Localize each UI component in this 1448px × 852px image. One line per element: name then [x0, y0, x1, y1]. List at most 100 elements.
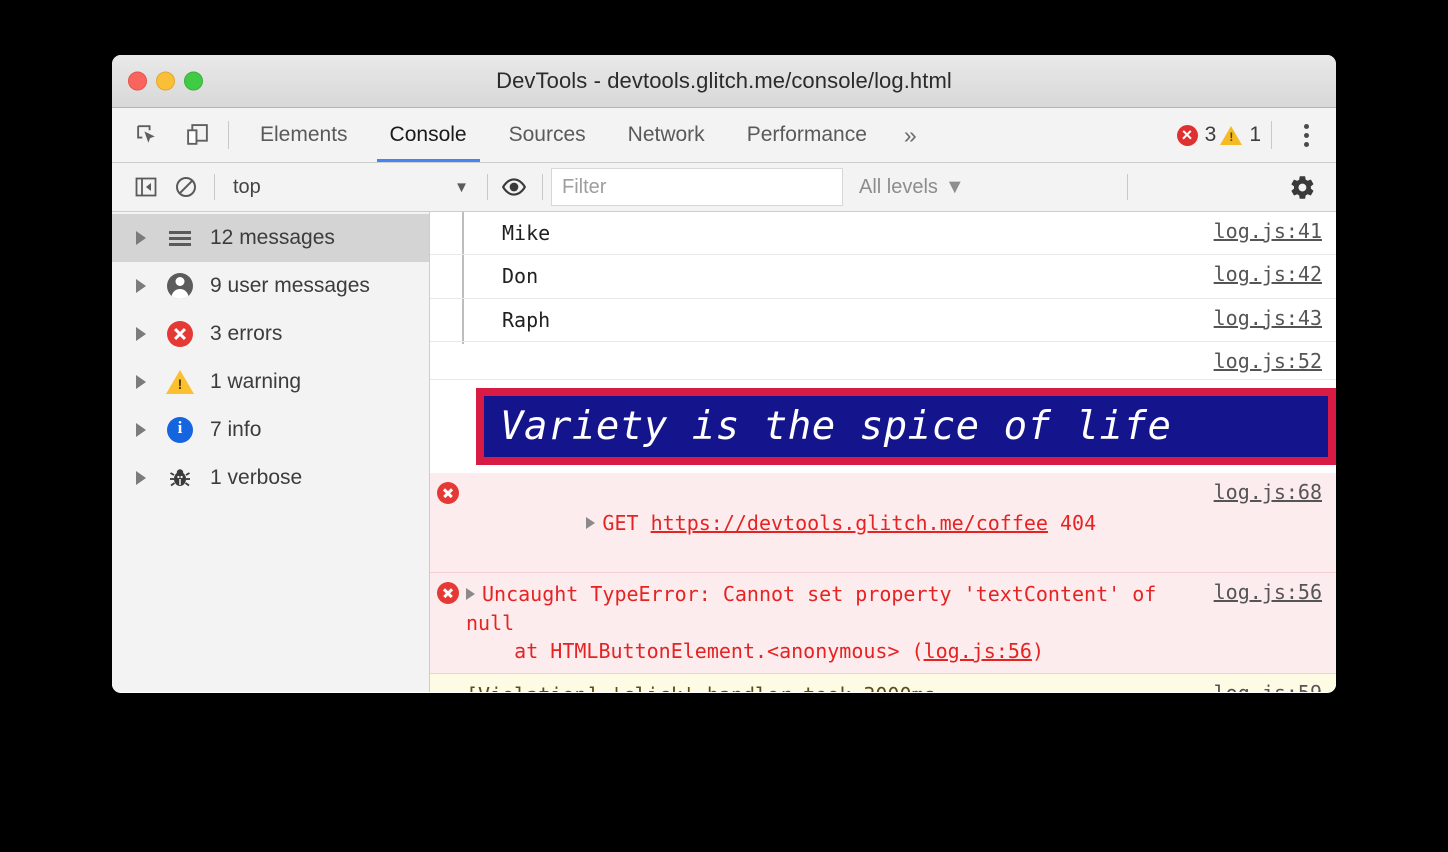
- devtools-tab-bar: Elements Console Sources Network Perform…: [112, 108, 1336, 163]
- eye-icon[interactable]: [494, 167, 534, 207]
- devtools-window: DevTools - devtools.glitch.me/console/lo…: [112, 55, 1336, 693]
- console-message-error-exception[interactable]: Uncaught TypeError: Cannot set property …: [430, 573, 1336, 674]
- execution-context-selector[interactable]: top ▼: [223, 167, 481, 207]
- minimize-window-button[interactable]: [156, 71, 175, 91]
- tab-console[interactable]: Console: [369, 108, 488, 162]
- expand-triangle-icon[interactable]: [136, 231, 146, 245]
- source-link[interactable]: log.js:59: [1204, 674, 1336, 692]
- expand-triangle-icon[interactable]: [466, 588, 475, 601]
- info-icon: [166, 416, 194, 444]
- maximize-window-button[interactable]: [184, 71, 203, 91]
- tab-network[interactable]: Network: [607, 108, 726, 162]
- sidebar-item-messages[interactable]: 12 messages: [112, 214, 429, 262]
- sidebar-item-errors[interactable]: 3 errors: [112, 310, 429, 358]
- sidebar-item-user-messages-label: 9 user messages: [210, 274, 370, 297]
- gear-icon[interactable]: [1282, 167, 1322, 207]
- expand-triangle-icon[interactable]: [136, 471, 146, 485]
- console-message-log[interactable]: Mike log.js:41: [430, 212, 1336, 256]
- console-message-warning[interactable]: [Violation] 'click' handler took 3000ms …: [430, 673, 1336, 692]
- console-message-text: Raph: [502, 307, 551, 332]
- bug-icon: [166, 464, 194, 492]
- warning-count: 1: [1249, 123, 1261, 146]
- message-gutter: [430, 674, 466, 683]
- console-sidebar-toggle-icon[interactable]: [126, 167, 166, 207]
- sidebar-item-verbose[interactable]: 1 verbose: [112, 454, 429, 502]
- console-message-error-network[interactable]: GET https://devtools.glitch.me/coffee 40…: [430, 473, 1336, 574]
- stack-frame-prefix: at HTMLButtonElement.<anonymous> (: [466, 639, 924, 664]
- sidebar-item-verbose-label: 1 verbose: [210, 466, 303, 489]
- tab-network-label: Network: [627, 123, 705, 146]
- filter-divider-4: [1126, 174, 1128, 200]
- close-window-button[interactable]: [128, 71, 147, 91]
- inspect-element-icon[interactable]: [126, 114, 168, 156]
- tab-performance[interactable]: Performance: [726, 108, 888, 162]
- expand-triangle-icon[interactable]: [586, 516, 596, 529]
- console-message-text: Mike: [502, 221, 551, 245]
- clear-console-icon[interactable]: [166, 167, 206, 207]
- sidebar-item-info[interactable]: 7 info: [112, 406, 429, 454]
- message-gutter: [430, 299, 466, 308]
- filter-divider-2: [487, 174, 488, 200]
- sidebar-item-info-label: 7 info: [210, 418, 262, 441]
- console-output[interactable]: Mike log.js:41 Don log.js:42 Raph log.js…: [430, 212, 1336, 692]
- window-traffic-lights: [128, 71, 203, 91]
- console-sidebar: 12 messages 9 user messages 3 errors ! 1…: [112, 212, 430, 692]
- window-title-bar: DevTools - devtools.glitch.me/console/lo…: [112, 55, 1336, 108]
- tab-console-label: Console: [389, 123, 467, 146]
- warning-counter[interactable]: 1: [1220, 123, 1261, 147]
- tab-elements-label: Elements: [260, 123, 348, 146]
- console-message-styled[interactable]: Variety is the spice of life: [430, 380, 1336, 473]
- network-status: 404: [1060, 510, 1097, 535]
- toolbar-divider: [228, 121, 229, 149]
- device-toolbar-icon[interactable]: [176, 114, 218, 156]
- message-gutter: [430, 212, 466, 221]
- filter-input[interactable]: [551, 168, 843, 206]
- error-icon: [437, 582, 459, 605]
- error-icon: [437, 482, 459, 505]
- chevron-down-icon: ▼: [944, 175, 965, 198]
- console-message-log[interactable]: Raph log.js:43: [430, 299, 1336, 343]
- tab-sources[interactable]: Sources: [488, 108, 607, 162]
- more-tabs-icon[interactable]: »: [888, 108, 933, 162]
- tab-performance-label: Performance: [746, 123, 867, 146]
- person-icon: [166, 272, 194, 300]
- source-link[interactable]: log.js:41: [1204, 212, 1336, 243]
- expand-triangle-icon[interactable]: [136, 279, 146, 293]
- console-message-text: [466, 342, 1204, 356]
- error-counter[interactable]: 3: [1176, 123, 1217, 147]
- status-divider: [1271, 121, 1272, 149]
- error-icon: [166, 320, 194, 348]
- log-levels-selector[interactable]: All levels ▼: [843, 176, 981, 199]
- window-title: DevTools - devtools.glitch.me/console/lo…: [496, 68, 952, 93]
- stack-frame-link[interactable]: log.js:56: [924, 639, 1032, 663]
- message-gutter: [430, 342, 466, 351]
- error-count: 3: [1204, 123, 1217, 146]
- console-message-text: Uncaught TypeError: Cannot set property …: [466, 573, 1204, 672]
- console-message-log[interactable]: Don log.js:42: [430, 255, 1336, 299]
- warning-icon: [166, 368, 194, 396]
- sidebar-item-user-messages[interactable]: 9 user messages: [112, 262, 429, 310]
- network-url-link[interactable]: https://devtools.glitch.me/coffee: [651, 511, 1048, 535]
- network-method: GET: [602, 510, 639, 535]
- console-message-text: Don: [502, 264, 539, 289]
- expand-triangle-icon[interactable]: [136, 327, 146, 341]
- console-message-text: [Violation] 'click' handler took 3000ms: [466, 674, 1204, 692]
- expand-triangle-icon[interactable]: [136, 423, 146, 437]
- source-link[interactable]: log.js:42: [1204, 255, 1336, 286]
- filter-divider-1: [214, 174, 215, 200]
- source-link[interactable]: log.js:56: [1204, 573, 1336, 604]
- exception-message: Uncaught TypeError: Cannot set property …: [466, 582, 1169, 635]
- kebab-menu-icon[interactable]: [1288, 114, 1324, 156]
- source-link[interactable]: log.js:43: [1204, 299, 1336, 330]
- sidebar-item-warnings-label: 1 warning: [210, 370, 302, 393]
- sidebar-item-messages-label: 12 messages: [210, 226, 335, 249]
- source-link[interactable]: log.js:68: [1204, 473, 1336, 504]
- expand-triangle-icon[interactable]: [136, 375, 146, 389]
- stack-frame-suffix: ): [1031, 639, 1044, 664]
- console-message-blank[interactable]: log.js:52: [430, 342, 1336, 381]
- sidebar-item-warnings[interactable]: 1 warning: [112, 358, 429, 406]
- styled-banner-wrap: Variety is the spice of life: [430, 380, 1336, 473]
- source-link[interactable]: log.js:52: [1204, 342, 1336, 373]
- tab-elements[interactable]: Elements: [239, 108, 369, 162]
- execution-context-label: top: [233, 175, 261, 198]
